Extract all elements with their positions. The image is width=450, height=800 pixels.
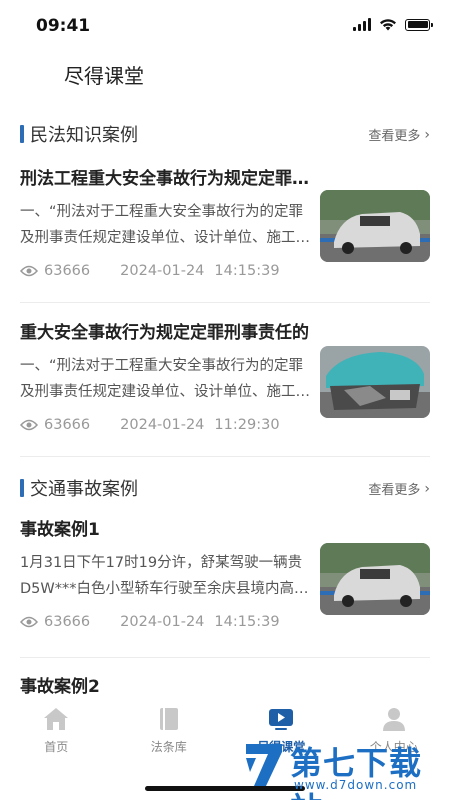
article-title: 重大安全事故行为规定定罪刑事责任的	[20, 323, 309, 343]
article-title: 事故案例2	[20, 677, 100, 697]
view-more-button[interactable]: 查看更多 ›	[368, 125, 430, 145]
divider	[20, 302, 430, 303]
status-icons	[353, 18, 433, 31]
article-thumbnail	[320, 346, 430, 418]
eye-icon	[20, 616, 38, 628]
article-meta: 63666 2024-01-24 11:29:30	[20, 415, 430, 435]
publish-date: 2024-01-24	[120, 263, 205, 279]
battery-icon	[405, 18, 433, 31]
view-more-label: 查看更多	[368, 483, 421, 498]
divider	[20, 456, 430, 457]
publish-time: 14:15:39	[214, 263, 280, 279]
article-summary: 一、“刑法对于工程重大安全事故行为的定罪及刑事责任规定建设单位、设计单位、施工单…	[20, 358, 310, 400]
section-title: 民法知识案例	[30, 125, 138, 146]
article-card[interactable]: 事故案例1 1月31日下午17时19分许，舒某驾驶一辆贵D5W***白色小型轿车…	[20, 519, 430, 641]
view-count: 63666	[44, 263, 91, 279]
chevron-right-icon: ›	[424, 126, 430, 143]
view-count: 63666	[44, 417, 91, 433]
cellular-signal-icon	[353, 18, 371, 31]
article-title: 事故案例1	[20, 520, 100, 540]
article-summary: 一、“刑法对于工程重大安全事故行为的定罪及刑事责任规定建设单位、设计单位、施工单…	[20, 204, 310, 246]
article-thumbnail	[320, 190, 430, 262]
view-more-label: 查看更多	[368, 129, 421, 144]
eye-icon	[20, 419, 38, 431]
section-accent-bar	[20, 125, 24, 143]
article-thumbnail	[320, 543, 430, 615]
publish-time: 14:15:39	[214, 614, 280, 630]
article-title: 刑法工程重大安全事故行为规定定罪刑事责任的	[20, 169, 310, 189]
status-time: 09:41	[36, 16, 91, 36]
book-icon	[156, 706, 182, 732]
section-header-traffic-accident: 交通事故案例 查看更多 ›	[20, 476, 430, 500]
publish-date: 2024-01-24	[120, 614, 205, 630]
article-meta: 63666 2024-01-24 14:15:39	[20, 612, 430, 632]
publish-time: 11:29:30	[214, 417, 280, 433]
view-more-button[interactable]: 查看更多 ›	[368, 479, 430, 499]
article-card[interactable]: 刑法工程重大安全事故行为规定定罪刑事责任的 一、“刑法对于工程重大安全事故行为的…	[20, 168, 430, 290]
article-meta: 63666 2024-01-24 14:15:39	[20, 261, 430, 281]
section-accent-bar	[20, 479, 24, 497]
status-bar: 09:41	[0, 0, 450, 50]
tab-label: 首页	[44, 740, 69, 754]
section-header-civil-law: 民法知识案例 查看更多 ›	[20, 122, 430, 146]
article-summary: 1月31日下午17时19分许，舒某驾驶一辆贵D5W***白色小型轿车行驶至余庆县…	[20, 555, 309, 597]
user-icon	[381, 706, 407, 732]
publish-date: 2024-01-24	[120, 417, 205, 433]
article-card[interactable]: 重大安全事故行为规定定罪刑事责任的 一、“刑法对于工程重大安全事故行为的定罪及刑…	[20, 322, 430, 444]
tab-label: 法条库	[150, 740, 187, 754]
wifi-icon	[380, 19, 396, 31]
watermark-logo-icon	[246, 744, 282, 786]
tab-law-library[interactable]: 法条库	[113, 700, 226, 760]
watermark-url: www.d7down.com	[294, 778, 418, 792]
eye-icon	[20, 265, 38, 277]
watermark: 第七下载站 www.d7down.com	[242, 734, 442, 800]
article-card[interactable]: 事故案例2	[20, 676, 430, 700]
tab-home[interactable]: 首页	[0, 700, 113, 760]
divider	[20, 657, 430, 658]
section-title: 交通事故案例	[30, 479, 138, 500]
chevron-right-icon: ›	[424, 480, 430, 497]
page-title: 尽得课堂	[64, 64, 144, 88]
view-count: 63666	[44, 614, 91, 630]
home-icon	[43, 706, 69, 732]
video-play-icon	[268, 706, 294, 732]
